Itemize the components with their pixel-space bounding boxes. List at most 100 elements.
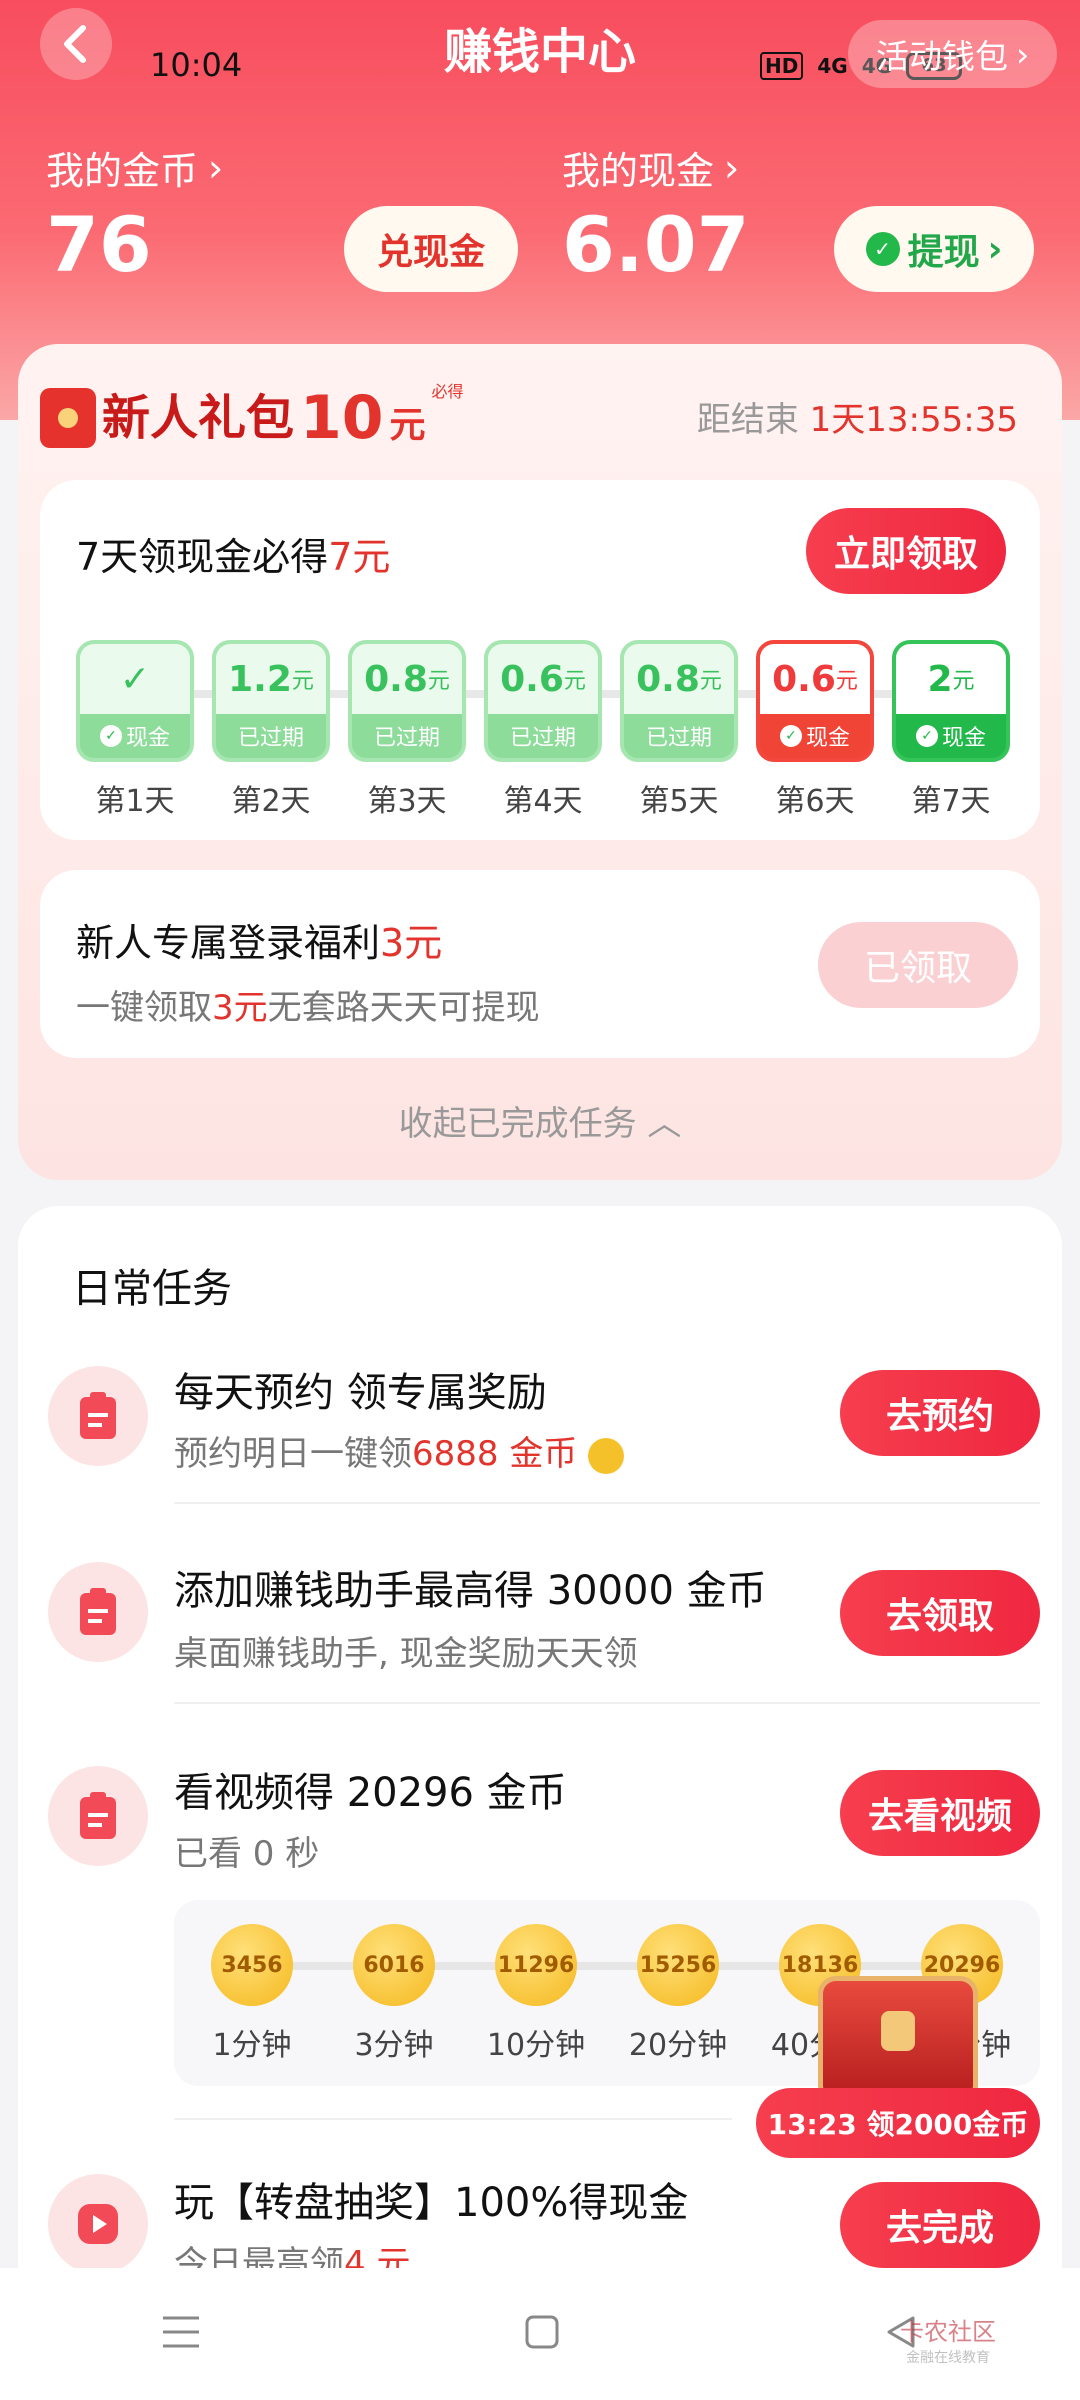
exchange-cash-button[interactable]: 兑现金 [344,206,518,292]
day-status: 已过期 [216,714,326,758]
day-label: 第2天 [231,784,311,819]
watermark-sub: 金融在线教育 [906,2350,990,2366]
task-icon-reserve [48,1366,148,1466]
day-status: ✓ 现金 [80,714,190,758]
wechat-icon: ✓ [779,725,802,747]
wechat-icon: ✓ [865,232,900,266]
day-status: 已过期 [624,714,734,758]
day-label: 第1天 [95,784,175,819]
treasure-chest-icon[interactable] [818,1976,978,2096]
divider [174,1502,1040,1504]
chest-timer-badge[interactable]: 13:23 领2000金币 [756,2088,1040,2158]
day-unit: 元 [563,669,586,694]
milestone-time: 3分钟 [354,2028,434,2063]
day-box[interactable]: 1.2 元已过期 [212,640,330,762]
day-amount: 1.2 元 [216,644,326,714]
login-bonus-sub: 一键领取3元无套路天天可提现 [76,980,540,1029]
day-status-label: 已过期 [509,726,576,751]
coins-label: 我的金币 [46,149,199,193]
divider [174,1702,1040,1704]
cash-value: 6.07 [562,200,750,289]
cash-link[interactable]: 我的现金 › [562,140,739,195]
day-value: 0.6 [772,658,836,700]
task-icon-video [48,1766,148,1866]
claim-button[interactable]: 去领取 [840,1570,1040,1656]
day-box[interactable]: 2 元 ✓ 现金 [892,640,1010,762]
claim-now-button[interactable]: 立即领取 [806,508,1006,594]
complete-button[interactable]: 去完成 [840,2182,1040,2268]
home-icon[interactable] [524,2314,560,2354]
milestone-time: 10分钟 [486,2028,586,2063]
login-sub-amount: 3元 [212,988,268,1028]
seven-day-amount: 7元 [328,535,391,579]
wechat-icon: ✓ [99,725,122,747]
day-label: 第7天 [911,784,991,819]
reserve-button[interactable]: 去预约 [840,1370,1040,1456]
milestone-coin: 6016 [353,1924,435,2006]
day-status: ✓ 现金 [896,714,1006,758]
day-status-label: 已过期 [237,726,304,751]
gift-amount: 10 [300,383,384,453]
day-amount: 0.8 元 [352,644,462,714]
day-status-label: 现金 [125,726,170,751]
day-unit: 元 [952,669,975,694]
signal-icon: 4G [817,54,848,78]
day-box[interactable]: 0.6 元 ✓ 现金 [756,640,874,762]
task-icon-wheel [48,2174,148,2274]
task-reserve-sub: 预约明日一键领6888 金币 [174,1426,625,1475]
gift-tag: 必得 [431,382,464,401]
chevron-right-icon: › [724,145,740,190]
milestone-track [234,1962,994,1970]
day-status-label: 已过期 [645,726,712,751]
activity-wallet-button[interactable]: 活动钱包 › [848,20,1058,88]
task-assistant-title: 添加赚钱助手最高得 30000 金币 [174,1568,767,1614]
day-value: 0.8 [636,658,700,700]
watch-video-button[interactable]: 去看视频 [840,1770,1040,1856]
task-reserve-sub-amount: 6888 金币 [412,1434,578,1474]
collapse-completed-link[interactable]: 收起已完成任务 ︿ [0,1096,1080,1145]
day-status-label: 已过期 [373,726,440,751]
claimed-button[interactable]: 已领取 [818,922,1018,1008]
day-box[interactable]: 0.8 元已过期 [348,640,466,762]
day-unit: 元 [427,669,450,694]
day-amount: ✓ [80,644,190,714]
menu-icon[interactable] [161,2315,201,2353]
day-status: 已过期 [352,714,462,758]
task-reserve-title: 每天预约 领专属奖励 [174,1370,547,1416]
red-envelope-icon [40,388,96,448]
daily-tasks-title: 日常任务 [72,1266,232,1312]
day-box[interactable]: ✓ ✓ 现金 [76,640,194,762]
login-bonus-amount: 3元 [380,921,443,965]
daily-tasks-panel: 日常任务 每天预约 领专属奖励 预约明日一键领6888 金币 去预约 添加赚钱助… [18,1206,1062,2400]
back-button[interactable] [40,8,112,80]
day-unit: 元 [835,669,858,694]
day-box[interactable]: 0.6 元已过期 [484,640,602,762]
task-wheel-title: 玩【转盘抽奖】100%得现金 [174,2180,689,2226]
hd-icon: HD [760,52,804,80]
chevron-right-icon: › [208,145,224,190]
day-label: 第3天 [367,784,447,819]
chevron-up-icon: ︿ [647,1104,682,1144]
milestone-time: 1分钟 [212,2028,292,2063]
day-value: 2 [927,658,953,700]
login-bonus-title: 新人专属登录福利3元 [76,912,442,967]
countdown: 距结束 1天13:55:35 [697,392,1018,441]
clipboard-icon [80,1392,116,1439]
collapse-label: 收起已完成任务 [398,1104,637,1144]
milestone-coin: 3456 [211,1924,293,2006]
gift-heading: 新人礼包 10 元 必得 [40,378,464,448]
day-amount: 0.6 元 [760,644,870,714]
seven-day-title-text: 7天领现金必得 [76,535,329,579]
coins-link[interactable]: 我的金币 › [46,140,223,195]
milestone-coin: 11296 [495,1924,577,2006]
clipboard-icon [80,1792,116,1839]
withdraw-button[interactable]: ✓ 提现 › [834,206,1034,292]
day-label: 第4天 [503,784,583,819]
day-status-label: 现金 [805,726,850,751]
day-status: ✓ 现金 [760,714,870,758]
play-icon [78,2204,118,2244]
day-box[interactable]: 0.8 元已过期 [620,640,738,762]
coin-icon [588,1437,625,1474]
day-status: 已过期 [488,714,598,758]
task-icon-assistant [48,1562,148,1662]
